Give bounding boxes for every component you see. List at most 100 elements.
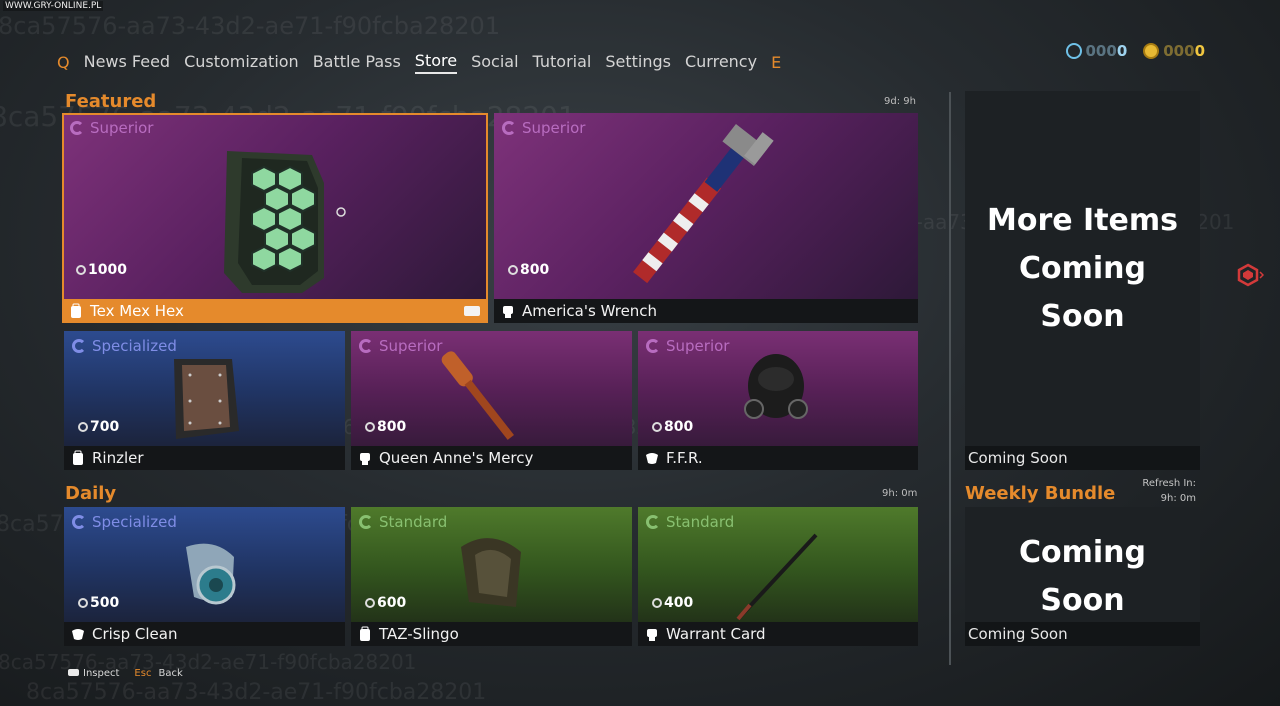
- rarity-label: Superior: [502, 119, 585, 137]
- price-value: 1000: [88, 262, 127, 278]
- credits-icon: [1065, 43, 1082, 59]
- item-name: TAZ-Slingo: [379, 625, 459, 643]
- store-item-card[interactable]: Superior 1000 Tex Mex Hex: [62, 113, 488, 323]
- rarity-icon: [359, 515, 373, 529]
- tab-tutorial[interactable]: Tutorial: [533, 52, 592, 73]
- esc-key: Esc: [134, 668, 152, 679]
- featured-timer: 9d: 9h: [884, 96, 916, 107]
- tab-currency[interactable]: Currency: [685, 52, 757, 73]
- rarity-icon: [502, 121, 516, 135]
- credits-icon: [365, 598, 375, 608]
- tab-battle-pass[interactable]: Battle Pass: [313, 52, 401, 73]
- refresh-label: Refresh In:: [1142, 478, 1196, 489]
- fist-icon: [647, 629, 657, 641]
- weekly-footer: Coming Soon: [965, 622, 1200, 646]
- more-items-line-3: Soon: [1040, 299, 1125, 334]
- premium-value: 0: [1194, 42, 1205, 60]
- watermark-id: 8ca57576-aa73-43d2-ae71-f90fcba28201: [26, 680, 487, 705]
- item-name-bar: America's Wrench: [494, 299, 918, 323]
- backpack-icon: [73, 450, 83, 465]
- item-name: Warrant Card: [666, 625, 766, 643]
- tab-news-feed[interactable]: News Feed: [84, 52, 171, 73]
- inspect-hint[interactable]: Inspect: [68, 668, 119, 679]
- item-name-bar: Rinzler: [64, 446, 345, 470]
- rarity-text: Superior: [522, 119, 586, 137]
- item-name-bar: Queen Anne's Mercy: [351, 446, 632, 470]
- refresh-value: 9h: 0m: [1160, 493, 1196, 504]
- credits-icon: [652, 598, 662, 608]
- price-value: 600: [377, 595, 407, 611]
- store-item-card[interactable]: Superior 800 F.F.R.: [638, 331, 918, 470]
- wrench-art: [633, 124, 774, 284]
- price-value: 800: [664, 419, 694, 435]
- watermark-id: 8ca57576-aa73-43d2-ae71-f90fcba28201: [0, 12, 501, 40]
- rarity-icon: [646, 515, 660, 529]
- more-items-panel[interactable]: More Items Coming Soon Coming Soon: [965, 91, 1200, 470]
- item-name: F.F.R.: [666, 449, 703, 467]
- price-value: 700: [90, 419, 120, 435]
- item-name: Crisp Clean: [92, 625, 178, 643]
- inspect-label: Inspect: [83, 668, 120, 679]
- next-page-icon[interactable]: [1236, 263, 1264, 291]
- rarity-text: Standard: [379, 513, 448, 531]
- tab-settings[interactable]: Settings: [605, 52, 671, 73]
- credits-icon: [508, 265, 518, 275]
- item-name: America's Wrench: [522, 302, 658, 320]
- tab-customization[interactable]: Customization: [184, 52, 299, 73]
- price-tag: 800: [652, 419, 693, 435]
- store-item-card[interactable]: Specialized 700 Rinzler: [64, 331, 345, 470]
- next-tab-key[interactable]: E: [771, 53, 781, 72]
- credits-icon: [78, 422, 88, 432]
- rarity-text: Superior: [666, 337, 730, 355]
- credits-icon: [76, 265, 86, 275]
- item-name-bar: Tex Mex Hex: [62, 299, 488, 323]
- mask-icon: [646, 453, 658, 464]
- credits-icon: [652, 422, 662, 432]
- more-items-footer: Coming Soon: [965, 446, 1200, 470]
- price-tag: 600: [365, 595, 406, 611]
- price-tag: 800: [365, 419, 406, 435]
- price-tag: 500: [78, 595, 119, 611]
- price-tag: 800: [508, 262, 549, 278]
- credits-value: 0: [1116, 42, 1128, 60]
- rarity-icon: [646, 339, 660, 353]
- prev-tab-key[interactable]: Q: [57, 53, 70, 72]
- store-item-card[interactable]: Standard 600 TAZ-Slingo: [351, 507, 632, 646]
- weekly-bundle-panel[interactable]: Coming Soon Coming Soon: [965, 507, 1200, 646]
- rarity-text: Standard: [666, 513, 735, 531]
- credits-prefix: 000: [1085, 42, 1117, 60]
- credits-icon: [365, 422, 375, 432]
- rarity-label: Specialized: [72, 513, 177, 531]
- rarity-label: Superior: [359, 337, 442, 355]
- price-value: 500: [90, 595, 120, 611]
- store-item-card[interactable]: Specialized 500 Crisp Clean: [64, 507, 345, 646]
- rarity-text: Specialized: [92, 513, 177, 531]
- premium-prefix: 000: [1163, 42, 1195, 60]
- currency-display: 0000 0000: [1065, 42, 1205, 60]
- fist-icon: [503, 306, 513, 318]
- credits-balance: 0000: [1065, 42, 1128, 60]
- item-name-bar: F.F.R.: [638, 446, 918, 470]
- inspect-key-icon: [464, 306, 480, 316]
- section-divider: [949, 92, 951, 665]
- tab-social[interactable]: Social: [471, 52, 518, 73]
- weekly-bundle-title: Weekly Bundle: [965, 483, 1116, 504]
- top-nav: Q News Feed Customization Battle Pass St…: [57, 49, 781, 75]
- backpack-icon: [71, 303, 81, 318]
- rarity-text: Superior: [90, 119, 154, 137]
- site-tag: WWW.GRY-ONLINE.PL: [3, 1, 104, 11]
- item-name: Rinzler: [92, 449, 144, 467]
- store-item-card[interactable]: Standard 400 Warrant Card: [638, 507, 918, 646]
- tab-store[interactable]: Store: [414, 51, 458, 74]
- back-hint[interactable]: Esc Back: [131, 668, 182, 679]
- credits-icon: [78, 598, 88, 608]
- store-item-card[interactable]: Superior 800 Queen Anne's Mercy: [351, 331, 632, 470]
- weekly-line-2: Soon: [1040, 583, 1125, 618]
- store-item-card[interactable]: Superior 800 America's Wrench: [494, 113, 918, 323]
- price-value: 400: [664, 595, 694, 611]
- daily-title: Daily: [65, 483, 117, 504]
- item-name-bar: TAZ-Slingo: [351, 622, 632, 646]
- item-name: Queen Anne's Mercy: [379, 449, 534, 467]
- backpack-icon: [360, 626, 370, 641]
- rarity-label: Superior: [70, 119, 153, 137]
